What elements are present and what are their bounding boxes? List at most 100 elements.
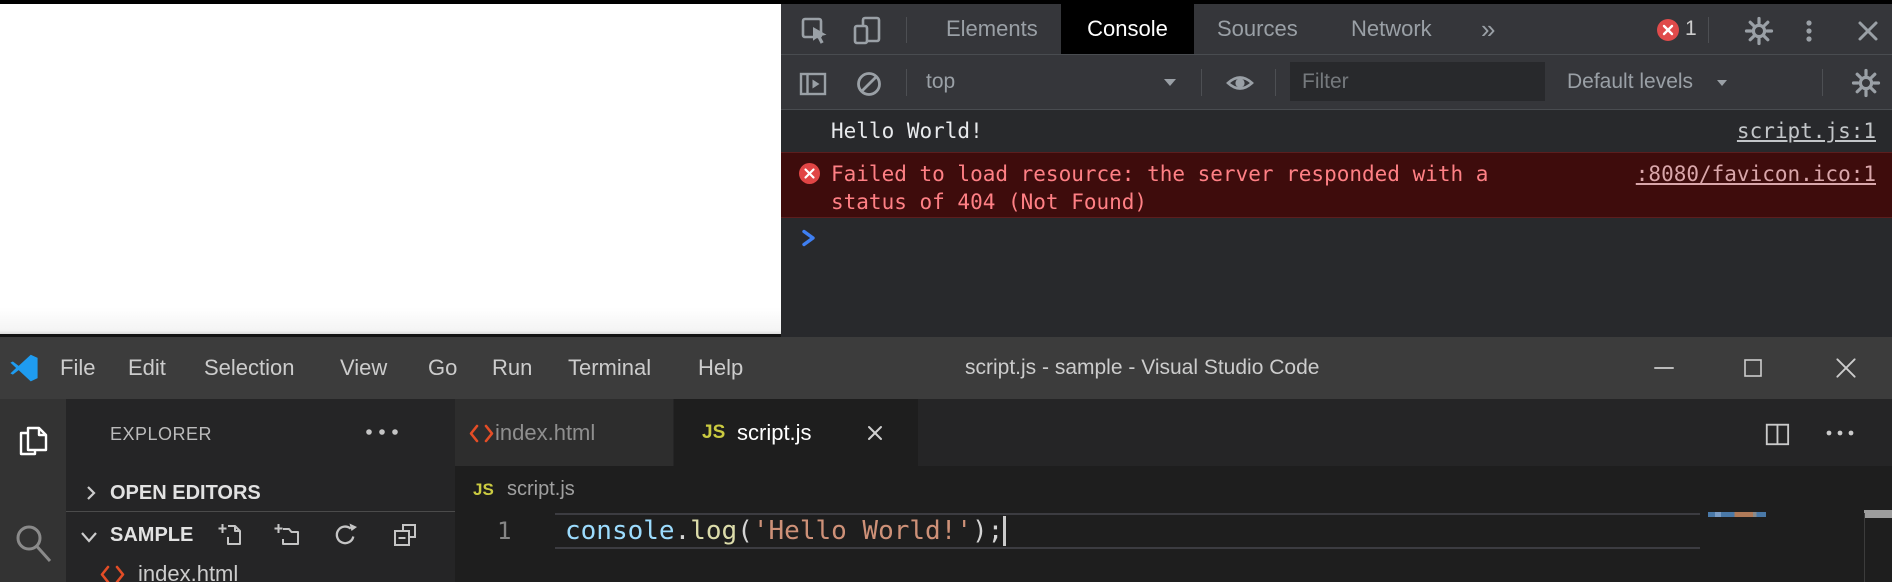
chevron-down-icon (79, 530, 99, 544)
more-tabs-chevron[interactable]: » (1481, 4, 1495, 54)
live-expression-eye-icon[interactable] (1225, 68, 1255, 98)
collapse-all-icon[interactable] (392, 522, 418, 548)
minimap-slider[interactable] (1864, 510, 1892, 518)
tab-console[interactable]: Console (1061, 4, 1194, 54)
kebab-menu-icon[interactable] (1794, 16, 1824, 46)
window-title: script.js - sample - Visual Studio Code (965, 337, 1319, 399)
error-badge-icon (799, 163, 820, 184)
settings-gear-icon[interactable] (1744, 16, 1774, 46)
error-line-1: Failed to load resource: the server resp… (831, 160, 1488, 188)
tab-network[interactable]: Network (1351, 4, 1432, 54)
divider (1822, 69, 1823, 96)
tab-script-js[interactable]: JS script.js (674, 399, 918, 466)
divider (1275, 69, 1276, 96)
tab-sources[interactable]: Sources (1217, 4, 1298, 54)
console-log-source-link[interactable]: script.js:1 (1737, 110, 1876, 152)
tab-label: index.html (495, 399, 595, 466)
console-error-message: Failed to load resource: the server resp… (831, 160, 1488, 216)
file-item-index-html[interactable]: index.html (66, 557, 455, 582)
maximize-icon (1741, 356, 1765, 380)
vscode-window: File Edit Selection View Go Run Terminal… (0, 337, 1892, 582)
menu-help[interactable]: Help (698, 337, 743, 399)
tab-elements[interactable]: Elements (946, 4, 1038, 54)
html-file-icon (469, 424, 494, 443)
tab-index-html[interactable]: index.html (455, 399, 673, 466)
open-editors-section[interactable]: OPEN EDITORS (66, 477, 455, 509)
js-file-icon: JS (473, 466, 494, 513)
console-prompt-row[interactable] (781, 218, 1892, 262)
minimap-divider (1864, 513, 1865, 582)
console-error-row: Failed to load resource: the server resp… (781, 152, 1892, 218)
device-toolbar-icon[interactable] (853, 16, 883, 46)
new-file-icon[interactable] (218, 522, 244, 548)
inspect-element-icon[interactable] (800, 16, 830, 46)
explorer-more-actions-icon[interactable] (364, 427, 400, 437)
folder-section-sample[interactable]: SAMPLE (66, 517, 455, 553)
code-token: 'Hello World!' (753, 516, 972, 546)
browser-page-blank (0, 4, 781, 334)
explorer-files-icon[interactable] (15, 423, 51, 459)
line-number: 1 (497, 513, 511, 549)
breadcrumb-file-label: script.js (507, 466, 575, 513)
clear-console-icon[interactable] (854, 69, 884, 99)
minimize-icon (1651, 355, 1677, 381)
js-file-icon: JS (702, 399, 725, 466)
chevron-down-icon[interactable] (1717, 80, 1727, 86)
menu-file[interactable]: File (60, 337, 95, 399)
console-sidebar-toggle-icon[interactable] (798, 69, 828, 99)
log-level-selector[interactable]: Default levels (1567, 55, 1693, 109)
menu-go[interactable]: Go (428, 337, 457, 399)
vscode-logo-icon (9, 353, 39, 383)
close-tab-icon[interactable] (865, 423, 885, 443)
code-line[interactable]: console.log('Hello World!'); (565, 513, 1003, 549)
divider (1201, 69, 1202, 96)
section-divider (66, 511, 455, 512)
maximize-button[interactable] (1722, 337, 1784, 399)
menu-run[interactable]: Run (492, 337, 532, 399)
console-error-source-link[interactable]: :8080/favicon.ico:1 (1636, 160, 1876, 188)
editor-tabstrip: index.html JS script.js (455, 399, 1892, 466)
close-devtools-icon[interactable] (1853, 16, 1883, 46)
console-filter-input[interactable] (1290, 62, 1545, 101)
frame-context-selector[interactable]: top (926, 55, 955, 109)
console-log-row: Hello World! script.js:1 (781, 110, 1892, 152)
divider (1708, 17, 1709, 43)
editor-more-actions-icon[interactable] (1825, 429, 1855, 437)
error-x-icon (1657, 19, 1679, 41)
minimap-code-line[interactable] (1708, 512, 1766, 517)
breadcrumb[interactable]: JS script.js (455, 466, 1892, 513)
code-token: . (675, 516, 691, 546)
menu-terminal[interactable]: Terminal (568, 337, 651, 399)
chevron-down-icon[interactable] (1164, 79, 1176, 86)
split-editor-icon[interactable] (1763, 421, 1791, 447)
menu-selection[interactable]: Selection (204, 337, 295, 399)
refresh-icon[interactable] (332, 522, 358, 548)
devtools-panel: Elements Console Sources Network » 1 (781, 4, 1892, 337)
code-token: console (565, 516, 675, 546)
file-item-label: index.html (138, 557, 238, 582)
new-folder-icon[interactable] (274, 522, 300, 548)
html-file-icon (100, 565, 125, 582)
editor-group: index.html JS script.js JS sc (455, 399, 1892, 582)
vscode-titlebar: File Edit Selection View Go Run Terminal… (0, 337, 1892, 399)
search-icon[interactable] (12, 521, 54, 563)
close-icon (1833, 355, 1859, 381)
error-line-2: status of 404 (Not Found) (831, 188, 1488, 216)
console-settings-gear-icon[interactable] (1851, 68, 1881, 98)
prompt-chevron-icon (799, 228, 819, 248)
explorer-sidebar: EXPLORER OPEN EDITORS SAMPLE (66, 399, 455, 582)
divider (906, 69, 907, 96)
error-count-badge[interactable] (1657, 19, 1679, 41)
error-count-label: 1 (1685, 4, 1697, 54)
divider (906, 17, 907, 43)
code-token: ); (972, 516, 1003, 546)
minimize-button[interactable] (1633, 337, 1695, 399)
text-cursor (1003, 516, 1006, 546)
explorer-title: EXPLORER (110, 421, 212, 447)
open-editors-label: OPEN EDITORS (110, 477, 261, 509)
code-token: ( (737, 516, 753, 546)
menu-edit[interactable]: Edit (128, 337, 166, 399)
menu-view[interactable]: View (340, 337, 387, 399)
devtools-tabbar: Elements Console Sources Network » 1 (781, 4, 1892, 55)
close-window-button[interactable] (1815, 337, 1877, 399)
